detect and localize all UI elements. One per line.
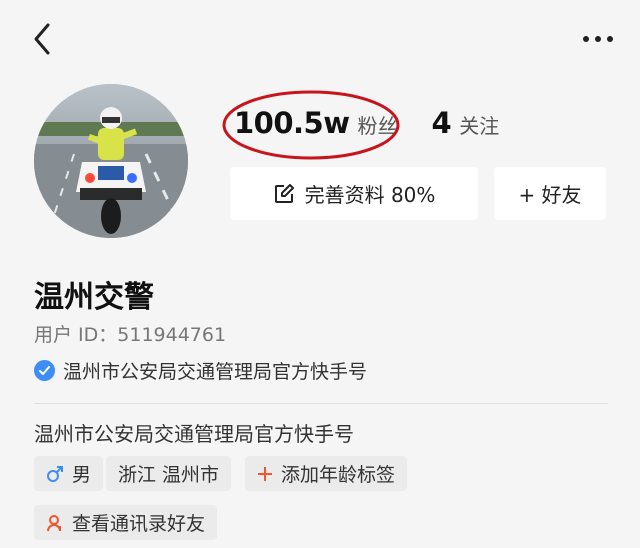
avatar[interactable]: [34, 84, 188, 238]
add-age-label: 添加年龄标签: [281, 464, 396, 486]
divider: [34, 403, 608, 404]
motorcycle-police-avatar: [34, 84, 188, 238]
user-id: 用户 ID：511944761: [34, 324, 227, 346]
view-contacts-button[interactable]: 查看通讯录好友: [34, 505, 218, 540]
profile-page: 100.5w 粉丝 4 关注 完善资料 80% + 好友 温州交警 用户 ID：…: [0, 0, 640, 548]
contacts-label: 查看通讯录好友: [72, 513, 206, 535]
plus-icon: [257, 466, 273, 482]
edit-profile-label: 完善资料 80%: [304, 183, 436, 207]
edit-icon: [273, 183, 295, 205]
location-label: 浙江 温州市: [118, 464, 220, 486]
profile-stats: 100.5w 粉丝 4 关注: [234, 106, 499, 156]
contacts-person-icon: [46, 514, 64, 532]
gender-label: 男: [72, 464, 92, 486]
followers-label: 粉丝: [357, 114, 398, 138]
verified-check-icon: [34, 360, 55, 381]
followers-stat[interactable]: 100.5w 粉丝: [234, 106, 398, 140]
profile-bio: 温州市公安局交通管理局官方快手号: [34, 422, 354, 446]
following-stat[interactable]: 4 关注: [432, 106, 500, 140]
back-button[interactable]: [26, 22, 60, 56]
chevron-left-icon: [34, 23, 50, 55]
more-button[interactable]: [578, 24, 618, 54]
followers-count: 100.5w: [234, 106, 350, 140]
profile-name: 温州交警: [34, 280, 154, 315]
gender-tag: 男: [34, 456, 104, 491]
verified-info: 温州市公安局交通管理局官方快手号: [34, 357, 367, 384]
location-tag: 浙江 温州市: [106, 456, 232, 491]
add-friend-button[interactable]: + 好友: [494, 167, 606, 220]
add-friend-label: + 好友: [518, 183, 582, 207]
add-age-tag-button[interactable]: 添加年龄标签: [245, 456, 408, 491]
male-icon: [46, 465, 64, 483]
edit-profile-button[interactable]: 完善资料 80%: [230, 167, 478, 220]
following-label: 关注: [459, 114, 500, 138]
following-count: 4: [431, 106, 452, 140]
verified-text: 温州市公安局交通管理局官方快手号: [63, 361, 368, 383]
more-horizontal-icon: [583, 36, 613, 42]
